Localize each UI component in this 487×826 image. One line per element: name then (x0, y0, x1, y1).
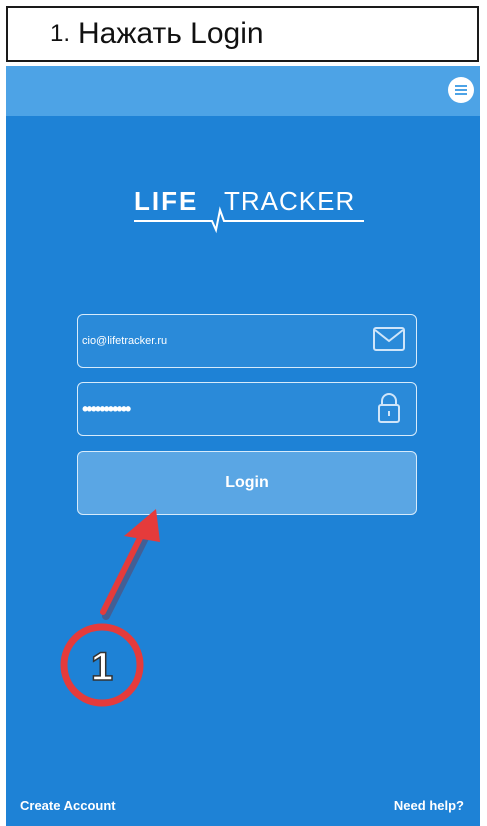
caption-text: Нажать Login (78, 17, 264, 50)
annotation-number: 1 (91, 645, 113, 689)
create-account-link[interactable]: Create Account (20, 798, 116, 813)
instruction-caption: 1. Нажать Login (6, 6, 479, 62)
app-screen: LIFE TRACKER Login 1 Create Account Need… (6, 66, 480, 826)
red-arrow-annotation: 1 (60, 509, 160, 707)
need-help-link[interactable]: Need help? (394, 798, 464, 813)
caption-number: 1. (50, 20, 71, 47)
